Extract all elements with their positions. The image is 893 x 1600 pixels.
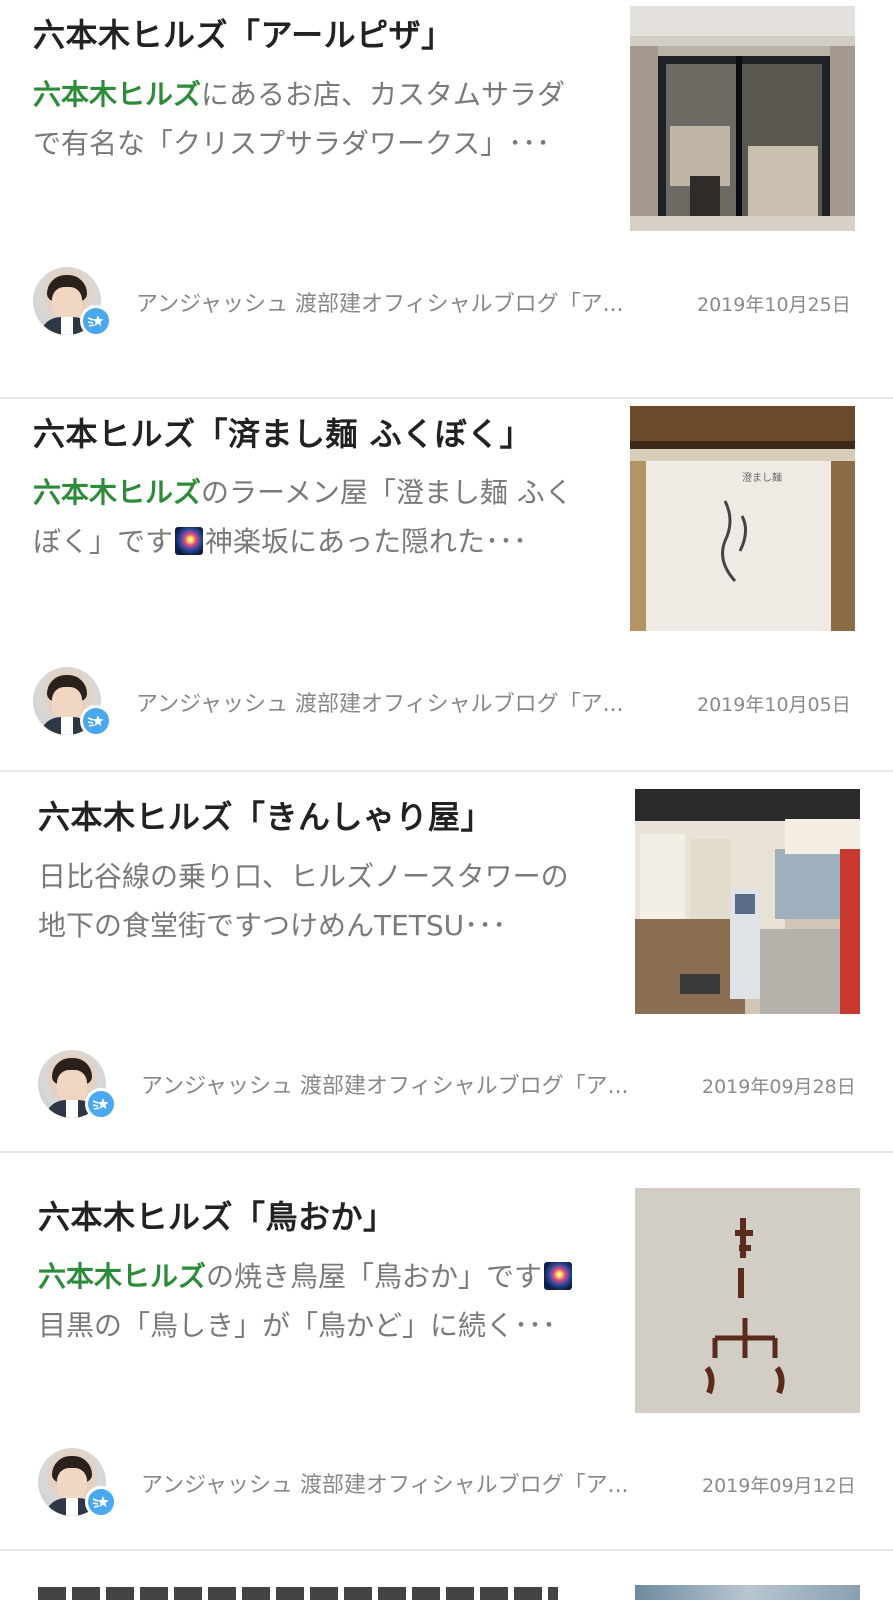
post-date: 2019年10月25日 [697,294,851,316]
description-keyword: 六本木ヒルズ [38,1260,207,1293]
post-date: 2019年09月12日 [702,1475,856,1497]
article-thumbnail[interactable]: 澄まし麺 [630,406,855,631]
article-thumbnail[interactable] [630,6,855,231]
blog-name[interactable]: アンジャッシュ 渡部建オフィシャルブログ「ア... [136,686,624,718]
divider [0,1549,893,1551]
article-card[interactable]: 六本ヒルズ「済まし麺 ふくぼく」 六本木ヒルズのラーメン屋「澄まし麺 ふくぼく」… [0,371,893,772]
shooting-star-badge-icon [85,1486,117,1518]
next-thumb-peek [635,1585,860,1600]
blog-name[interactable]: アンジャッシュ 渡部建オフィシャルブログ「ア... [141,1068,629,1100]
blog-name[interactable]: アンジャッシュ 渡部建オフィシャルブログ「ア... [141,1467,629,1499]
blog-name[interactable]: アンジャッシュ 渡部建オフィシャルブログ「ア... [136,286,624,318]
shooting-star-badge-icon [85,1088,117,1120]
article-title[interactable]: 六本木ヒルズ「アールピザ」 [33,10,454,56]
article-description: 六本木ヒルズにあるお店、カスタムサラダで有名な「クリスプサラダワークス」･･･ [33,70,588,168]
sparkle-firework-emoji [175,527,204,555]
shooting-star-badge-icon [80,305,112,337]
svg-text:澄まし麺: 澄まし麺 [742,471,782,484]
article-description: 六本木ヒルズの焼き鳥屋「鳥おか」です目黒の「鳥しき」が「鳥かど」に続く･･･ [38,1252,593,1350]
article-card[interactable]: 六本木ヒルズ「きんしゃり屋」 日比谷線の乗り口、ヒルズノースタワーの地下の食堂街… [0,770,893,1169]
article-title[interactable]: 六本木ヒルズ「鳥おか」 [38,1192,396,1238]
article-card[interactable]: 六本木ヒルズ「鳥おか」 六本木ヒルズの焼き鳥屋「鳥おか」です目黒の「鳥しき」が「… [0,1168,893,1567]
article-title[interactable]: 六本木ヒルズ「きんしゃり屋」 [38,792,493,838]
article-description: 六本木ヒルズのラーメン屋「澄まし麺 ふくぼく」です 神楽坂にあった隠れた･･･ [33,468,588,566]
post-date: 2019年09月28日 [702,1076,856,1098]
post-date: 2019年10月05日 [697,694,851,716]
article-thumbnail[interactable] [635,789,860,1014]
article-thumbnail[interactable] [635,1188,860,1413]
description-text: 日比谷線の乗り口、ヒルズノースタワーの地下の食堂街ですつけめんTETSU･･･ [38,860,569,942]
divider [0,1151,893,1153]
article-title[interactable]: 六本ヒルズ「済まし麺 ふくぼく」 [33,409,532,455]
description-keyword: 六本木ヒルズ [33,476,202,509]
sparkle-firework-emoji [544,1262,573,1290]
article-card[interactable]: 六本木ヒルズ「アールピザ」 六本木ヒルズにあるお店、カスタムサラダで有名な「クリ… [0,0,893,399]
description-text: の焼き鳥屋「鳥おか」です [206,1260,543,1293]
next-title-peek [38,1587,558,1600]
next-article-peek[interactable] [0,1567,893,1600]
description-keyword: 六本木ヒルズ [33,78,202,111]
shooting-star-badge-icon [80,705,112,737]
description-text-cont: 目黒の「鳥しき」が「鳥かど」に続く･･･ [38,1309,557,1342]
description-text-cont: 神楽坂にあった隠れた･･･ [205,525,528,558]
article-description: 日比谷線の乗り口、ヒルズノースタワーの地下の食堂街ですつけめんTETSU･･･ [38,852,593,950]
